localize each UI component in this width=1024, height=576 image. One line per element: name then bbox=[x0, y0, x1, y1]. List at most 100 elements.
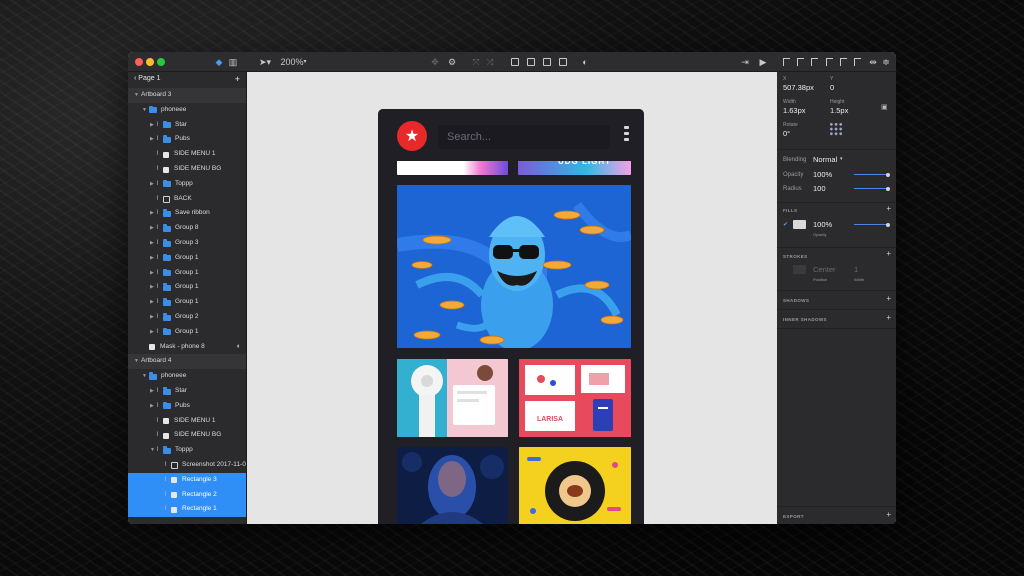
layer-row[interactable]: ▼ phoneee bbox=[128, 103, 246, 118]
mask-icon[interactable]: ◐ bbox=[580, 55, 590, 69]
align-center-icon[interactable] bbox=[797, 58, 804, 66]
component-icon[interactable]: ✥ bbox=[430, 55, 440, 69]
larisa-tile[interactable]: LARISA bbox=[519, 359, 631, 437]
zoom-dropdown-icon[interactable]: ▾ bbox=[302, 55, 308, 69]
layer-row[interactable]: ⌇ Rectangle 3 bbox=[128, 472, 246, 488]
width-field[interactable]: 1.63px bbox=[783, 106, 806, 115]
caret-right-icon[interactable]: ▶ bbox=[150, 251, 154, 266]
caret-right-icon[interactable]: ▶ bbox=[150, 310, 154, 325]
blending-chevron-icon[interactable]: ▾ bbox=[840, 156, 843, 162]
layer-row[interactable]: ▶ ⌇ Toppp bbox=[128, 177, 246, 192]
caret-right-icon[interactable]: ▶ bbox=[150, 177, 154, 192]
y-field[interactable]: 0 bbox=[830, 83, 834, 92]
fill-color-swatch[interactable] bbox=[793, 220, 806, 229]
layer-row[interactable]: ⌇ Rectangle 1 bbox=[128, 502, 246, 518]
transform-grid-icon[interactable] bbox=[829, 122, 843, 136]
layer-row[interactable]: ▶ ⌇ Group 2 bbox=[128, 310, 246, 325]
layer-row[interactable]: ▶ ⌇ Group 1 bbox=[128, 266, 246, 281]
layer-row[interactable]: ⌇ BACK bbox=[128, 192, 246, 207]
subtract-icon[interactable] bbox=[527, 58, 535, 66]
mask-toggle-icon[interactable]: ◐ bbox=[237, 340, 241, 355]
caret-right-icon[interactable]: ▶ bbox=[150, 132, 154, 147]
fill-opacity-field[interactable]: 100% bbox=[813, 220, 832, 229]
radius-slider[interactable] bbox=[854, 186, 890, 191]
layer-row[interactable]: ⌇ SIDE MENU BG bbox=[128, 162, 246, 177]
caret-right-icon[interactable]: ▶ bbox=[150, 206, 154, 221]
layer-row[interactable]: ▶ ⌇ Group 1 bbox=[128, 251, 246, 266]
layer-row[interactable]: ⌇ Screenshot 2017-11-0... bbox=[128, 458, 246, 473]
caret-down-icon[interactable]: ▼ bbox=[150, 443, 155, 458]
add-stroke-button[interactable]: + bbox=[886, 249, 891, 258]
layer-row[interactable]: ⌇ SIDE MENU 1 bbox=[128, 414, 246, 429]
rotate-field[interactable]: 0° bbox=[783, 129, 790, 138]
link-icon[interactable]: ⤧ bbox=[471, 55, 481, 69]
face-art-tile[interactable] bbox=[397, 447, 508, 524]
fill-checkbox-icon[interactable]: ✔ bbox=[783, 221, 788, 228]
layer-row[interactable]: ▶ ⌇ Group 3 bbox=[128, 236, 246, 251]
height-field[interactable]: 1.5px bbox=[830, 106, 848, 115]
page-selector[interactable]: ‹ Page 1 + bbox=[128, 72, 246, 86]
caret-down-icon[interactable]: ▼ bbox=[142, 103, 147, 118]
phone-artboard[interactable]: UDG LIGHT ★ Search... LARISA bbox=[378, 109, 644, 524]
layer-section-row[interactable]: ▼ Artboard 3 bbox=[128, 88, 246, 103]
add-shadow-button[interactable]: + bbox=[886, 294, 891, 303]
align-right-icon[interactable] bbox=[811, 58, 818, 66]
layer-row[interactable]: ◐ Mask - phone 8 bbox=[128, 340, 246, 355]
x-field[interactable]: 507.38px bbox=[783, 83, 814, 92]
caret-right-icon[interactable]: ▶ bbox=[150, 118, 154, 133]
hero-illustration[interactable] bbox=[397, 185, 631, 348]
star-button[interactable]: ★ bbox=[397, 121, 427, 151]
layer-row[interactable]: ▶ ⌇ Group 1 bbox=[128, 295, 246, 310]
search-input[interactable]: Search... bbox=[438, 125, 610, 149]
caret-right-icon[interactable]: ▶ bbox=[150, 236, 154, 251]
caret-down-icon[interactable]: ▼ bbox=[142, 369, 147, 384]
caret-right-icon[interactable]: ▶ bbox=[150, 221, 154, 236]
caret-down-icon[interactable]: ▼ bbox=[134, 88, 139, 103]
radius-field[interactable]: 100 bbox=[813, 184, 826, 193]
caret-right-icon[interactable]: ▶ bbox=[150, 399, 154, 414]
stroke-width-field[interactable]: 1 bbox=[854, 265, 858, 274]
align-top-icon[interactable] bbox=[826, 58, 833, 66]
layer-row[interactable]: ▶ ⌇ Group 8 bbox=[128, 221, 246, 236]
zoom-window-button[interactable] bbox=[157, 58, 165, 66]
layer-row[interactable]: ⌇ Rectangle 2 bbox=[128, 487, 246, 503]
stroke-color-swatch[interactable] bbox=[793, 265, 806, 274]
lock-icon[interactable]: ▣ bbox=[881, 103, 888, 111]
add-inner-shadow-button[interactable]: + bbox=[886, 313, 891, 322]
settings-icon[interactable]: ⚙ bbox=[447, 55, 457, 69]
layer-row[interactable]: ▶ ⌇ Group 1 bbox=[128, 325, 246, 340]
caret-right-icon[interactable]: ▶ bbox=[150, 280, 154, 295]
preview-play-icon[interactable]: ▶ bbox=[758, 55, 768, 69]
add-export-button[interactable]: + bbox=[886, 510, 891, 519]
align-middle-icon[interactable] bbox=[840, 58, 847, 66]
assets-panel-icon[interactable]: ▥ bbox=[228, 55, 238, 69]
layers-panel-icon[interactable]: ◆ bbox=[214, 55, 224, 69]
layer-row[interactable]: ▼ phoneee bbox=[128, 369, 246, 384]
select-tool-icon[interactable]: ➤▾ bbox=[258, 55, 272, 69]
design-canvas[interactable]: UDG LIGHT ★ Search... LARISA bbox=[247, 72, 777, 524]
union-icon[interactable] bbox=[511, 58, 519, 66]
caret-right-icon[interactable]: ▶ bbox=[150, 295, 154, 310]
layer-row[interactable]: ⌇ SIDE MENU BG bbox=[128, 428, 246, 443]
fill-opacity-slider[interactable] bbox=[854, 222, 890, 227]
food-tile[interactable] bbox=[519, 447, 631, 524]
add-fill-button[interactable]: + bbox=[886, 204, 891, 213]
layer-section-row[interactable]: ▼ Artboard 4 bbox=[128, 354, 246, 370]
distribute-horizontal-icon[interactable]: ⇹ bbox=[869, 55, 877, 69]
align-left-icon[interactable] bbox=[783, 58, 790, 66]
add-page-button[interactable]: + bbox=[235, 72, 240, 86]
caret-right-icon[interactable]: ▶ bbox=[150, 325, 154, 340]
toilet-roll-tile[interactable] bbox=[397, 359, 508, 437]
layer-row[interactable]: ▼ ⌇ Toppp bbox=[128, 443, 246, 458]
caret-down-icon[interactable]: ▼ bbox=[134, 354, 139, 369]
layer-row[interactable]: ▶ ⌇ Group 1 bbox=[128, 280, 246, 295]
intersect-icon[interactable] bbox=[543, 58, 551, 66]
minimize-window-button[interactable] bbox=[146, 58, 154, 66]
align-bottom-icon[interactable] bbox=[854, 58, 861, 66]
caret-right-icon[interactable]: ▶ bbox=[150, 266, 154, 281]
difference-icon[interactable] bbox=[559, 58, 567, 66]
unlink-icon[interactable]: ⤨ bbox=[485, 55, 495, 69]
layer-row[interactable]: ▶ ⌇ Star bbox=[128, 384, 246, 399]
layer-row[interactable]: ▶ ⌇ Save ribbon bbox=[128, 206, 246, 221]
blending-dropdown[interactable]: Normal bbox=[813, 155, 837, 164]
